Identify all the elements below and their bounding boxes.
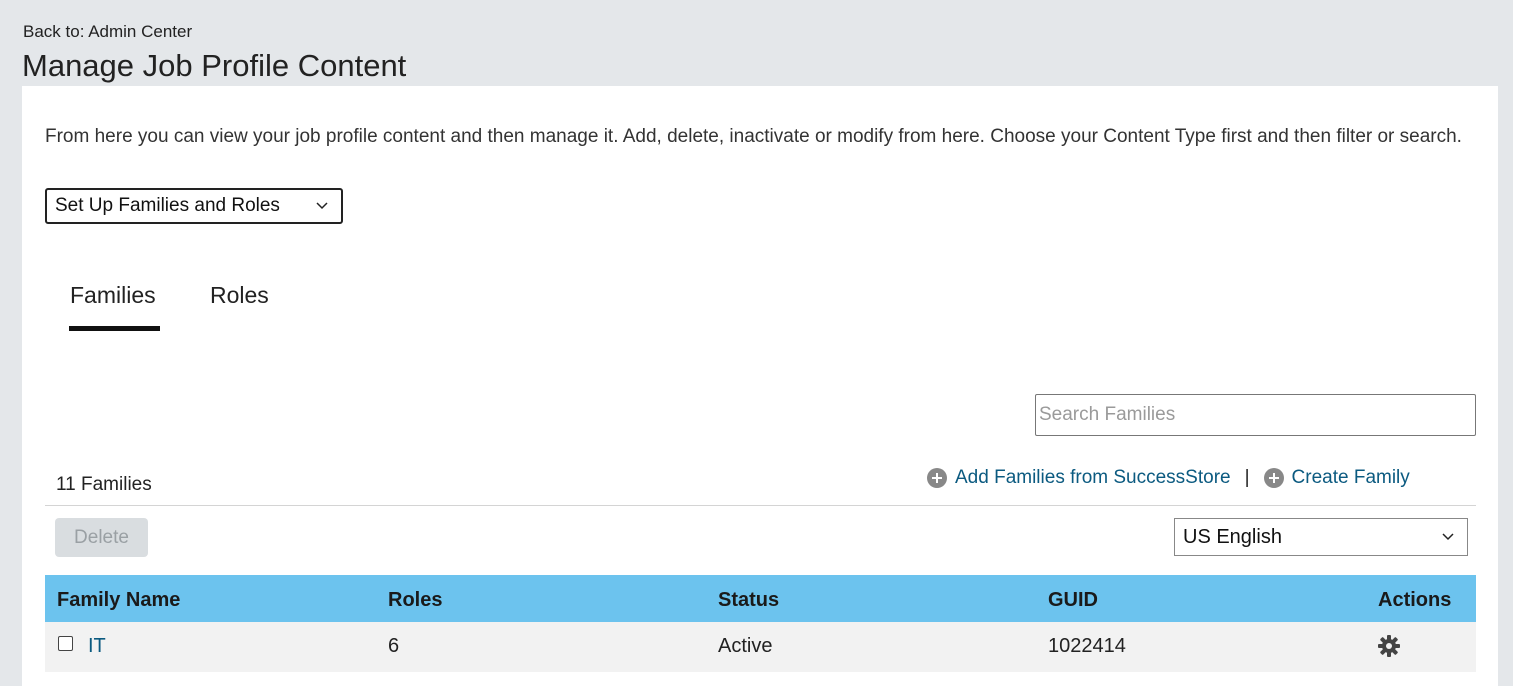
plus-circle-icon: [1263, 468, 1284, 488]
column-header-family-name[interactable]: Family Name: [57, 589, 180, 612]
delete-button[interactable]: Delete: [55, 518, 148, 557]
page-title: Manage Job Profile Content: [22, 48, 407, 83]
chevron-down-icon: [316, 202, 328, 210]
roles-count: 6: [388, 635, 400, 657]
language-select[interactable]: US English: [1174, 518, 1468, 556]
search-input[interactable]: [1035, 394, 1476, 436]
column-header-roles[interactable]: Roles: [388, 589, 442, 612]
content-panel: From here you can view your job profile …: [22, 86, 1498, 686]
chevron-down-icon: [1442, 533, 1454, 541]
back-link[interactable]: Back to: Admin Center: [23, 22, 192, 42]
content-type-select[interactable]: Set Up Families and Roles: [45, 188, 343, 224]
table-row: IT 6 Active 1022414: [45, 622, 1476, 672]
status-value: Active: [718, 635, 773, 657]
families-table: Family Name Roles Status GUID Actions IT…: [45, 575, 1476, 672]
family-name-link[interactable]: IT: [88, 635, 106, 658]
tab-families[interactable]: Families: [70, 282, 156, 309]
add-from-successstore-label: Add Families from SuccessStore: [955, 467, 1231, 488]
active-tab-indicator: [69, 326, 160, 331]
families-count: 11 Families: [56, 474, 152, 495]
link-separator: |: [1244, 467, 1250, 488]
intro-text: From here you can view your job profile …: [45, 126, 1462, 147]
divider: [45, 505, 1476, 506]
action-links: Add Families from SuccessStore | Create …: [927, 467, 1410, 489]
plus-circle-icon: [927, 468, 947, 488]
table-header: Family Name Roles Status GUID Actions: [45, 575, 1476, 622]
guid-value: 1022414: [1048, 635, 1126, 657]
create-family-label: Create Family: [1291, 467, 1410, 488]
column-header-status[interactable]: Status: [718, 589, 779, 612]
create-family-link[interactable]: Create Family: [1263, 467, 1410, 489]
add-from-successstore-link[interactable]: Add Families from SuccessStore: [927, 467, 1231, 489]
column-header-actions: Actions: [1378, 589, 1452, 611]
tab-roles[interactable]: Roles: [210, 282, 269, 309]
gear-icon[interactable]: [1377, 634, 1401, 658]
row-checkbox[interactable]: [58, 636, 73, 651]
content-type-value: Set Up Families and Roles: [55, 195, 280, 216]
language-value: US English: [1183, 525, 1282, 548]
column-header-guid[interactable]: GUID: [1048, 589, 1098, 612]
